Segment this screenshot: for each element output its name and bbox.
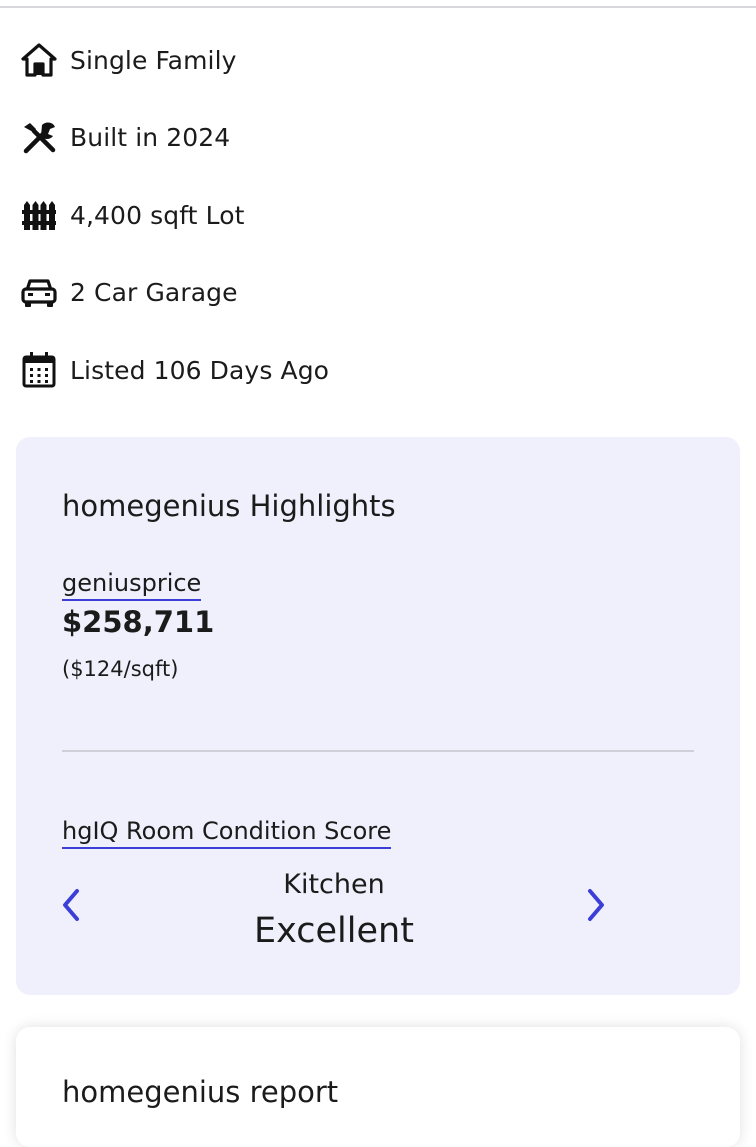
top-divider bbox=[0, 6, 756, 8]
fact-property-type: Single Family bbox=[19, 38, 739, 82]
fact-lot-size: 4,400 sqft Lot bbox=[19, 193, 739, 237]
room-name: Kitchen bbox=[283, 869, 385, 900]
geniusprice-value: $258,711 bbox=[62, 605, 215, 639]
fact-label: Single Family bbox=[70, 45, 237, 75]
fact-year-built: Built in 2024 bbox=[19, 116, 739, 160]
report-card-title: homegenius report bbox=[62, 1075, 339, 1109]
chevron-right-icon bbox=[588, 889, 604, 921]
fact-label: 2 Car Garage bbox=[70, 278, 238, 307]
highlights-card: homegenius Highlights geniusprice $258,7… bbox=[16, 437, 740, 995]
geniusprice-link[interactable]: geniusprice bbox=[62, 567, 202, 601]
fact-label: Built in 2024 bbox=[70, 123, 231, 152]
fact-label: Listed 106 Days Ago bbox=[70, 355, 330, 385]
carousel-next-button[interactable] bbox=[581, 885, 611, 925]
fact-garage: 2 Car Garage bbox=[19, 271, 739, 315]
home-icon bbox=[19, 40, 59, 80]
chevron-left-icon bbox=[63, 889, 79, 921]
property-facts: Single Family Built in 2024 4,400 sqft L… bbox=[19, 38, 739, 426]
fact-listed: Listed 106 Days Ago bbox=[19, 348, 739, 392]
report-card: homegenius report bbox=[16, 1027, 740, 1147]
highlights-title: homegenius Highlights bbox=[62, 489, 396, 523]
tools-icon bbox=[19, 118, 59, 158]
room-condition-score: Excellent bbox=[254, 911, 414, 951]
room-condition-score-link[interactable]: hgIQ Room Condition Score bbox=[62, 815, 392, 849]
highlights-divider bbox=[62, 750, 694, 752]
carousel-prev-button[interactable] bbox=[56, 885, 86, 925]
car-icon bbox=[19, 273, 59, 313]
calendar-icon bbox=[19, 350, 59, 390]
price-per-sqft: ($124/sqft) bbox=[62, 657, 179, 681]
fact-label: 4,400 sqft Lot bbox=[70, 200, 245, 230]
fence-icon bbox=[19, 195, 59, 235]
